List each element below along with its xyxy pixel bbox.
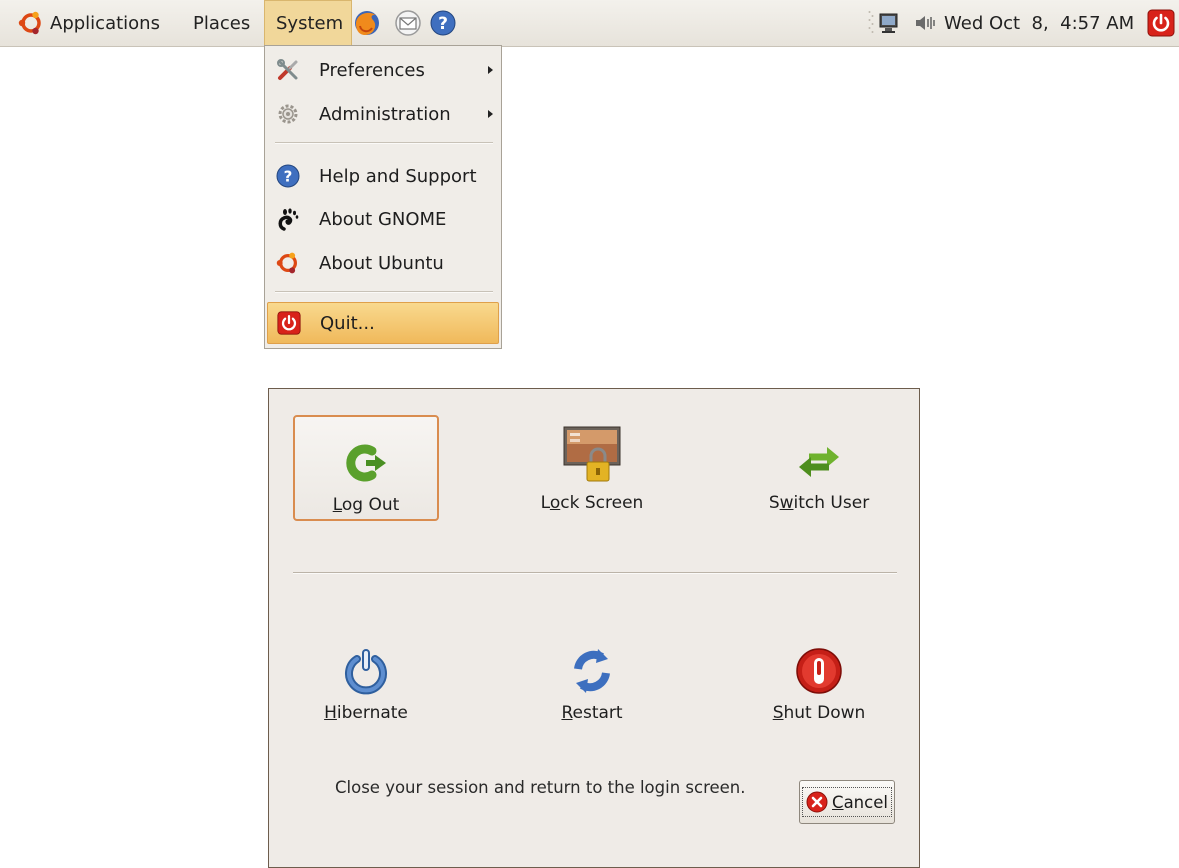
restart-icon (568, 647, 616, 695)
system-menu[interactable]: System (264, 0, 352, 46)
cancel-label: Cancel (832, 792, 888, 812)
menu-separator (275, 291, 493, 293)
cancel-icon (806, 791, 828, 813)
menu-item-label: Quit... (320, 312, 375, 334)
hibernate-button[interactable]: Hibernate (293, 625, 439, 731)
restart-button[interactable]: Restart (519, 625, 665, 731)
menu-item-about-gnome[interactable]: About GNOME (267, 199, 499, 239)
menu-item-label: About GNOME (319, 208, 447, 230)
svg-text:?: ? (438, 14, 448, 34)
system-dropdown-menu: Preferences Administration ? Help and Su… (264, 45, 502, 349)
switch-user-label: Switch User (768, 493, 870, 513)
lock-screen-label: Lock Screen (540, 493, 644, 513)
help-launcher[interactable]: ? (429, 0, 457, 46)
lock-screen-button[interactable]: Lock Screen (519, 415, 665, 521)
ubuntu-logo-icon (276, 251, 300, 275)
firefox-launcher[interactable] (352, 0, 382, 46)
applications-menu[interactable]: Applications (18, 0, 160, 46)
gnome-foot-icon (276, 207, 300, 231)
places-menu[interactable]: Places (193, 0, 250, 46)
mail-icon (393, 8, 423, 38)
menu-separator (275, 142, 493, 144)
menu-item-preferences[interactable]: Preferences (267, 50, 499, 90)
network-icon (877, 11, 901, 35)
menu-item-administration[interactable]: Administration (267, 94, 499, 134)
volume-tray[interactable] (914, 0, 936, 46)
panel-handle (868, 0, 874, 46)
shut-down-label: Shut Down (772, 703, 866, 723)
log-out-label: Log Out (332, 495, 400, 515)
applications-label: Applications (50, 12, 160, 34)
administration-icon (276, 102, 300, 126)
menu-item-about-ubuntu[interactable]: About Ubuntu (267, 243, 499, 283)
menu-item-label: Administration (319, 103, 451, 125)
help-icon: ? (429, 9, 457, 37)
svg-text:?: ? (284, 168, 293, 186)
shut-down-button[interactable]: Shut Down (746, 625, 892, 731)
places-label: Places (193, 12, 251, 34)
menu-item-label: Preferences (319, 59, 425, 81)
hibernate-label: Hibernate (324, 703, 408, 723)
restart-label: Restart (561, 703, 623, 723)
dialog-separator (293, 572, 897, 574)
system-label: System (276, 13, 344, 34)
action-description: Close your session and return to the log… (335, 778, 746, 797)
network-tray[interactable] (877, 0, 901, 46)
power-button[interactable] (1147, 0, 1175, 46)
logout-dialog: Log Out Lock Screen Switch User Hibernat… (268, 388, 920, 868)
lock-screen-icon (562, 425, 622, 485)
submenu-arrow-icon (488, 110, 493, 118)
preferences-icon (276, 58, 300, 82)
menu-item-help-and-support[interactable]: ? Help and Support (267, 156, 499, 196)
cancel-button[interactable]: Cancel (799, 780, 895, 824)
top-panel: Applications Places System ? Wed Oct 8, … (0, 0, 1179, 47)
ubuntu-logo-icon (18, 10, 44, 36)
log-out-icon (342, 439, 390, 487)
submenu-arrow-icon (488, 66, 493, 74)
help-icon: ? (276, 164, 300, 188)
volume-icon (914, 12, 936, 34)
power-icon (1147, 9, 1175, 37)
log-out-button[interactable]: Log Out (293, 415, 439, 521)
shut-down-icon (795, 647, 843, 695)
hibernate-icon (342, 647, 390, 695)
mail-launcher[interactable] (393, 0, 423, 46)
menu-item-quit[interactable]: Quit... (267, 302, 499, 344)
quit-icon (277, 311, 301, 335)
firefox-icon (352, 8, 382, 38)
clock[interactable]: Wed Oct 8, 4:57 AM (944, 0, 1134, 46)
switch-user-button[interactable]: Switch User (746, 415, 892, 521)
menu-item-label: Help and Support (319, 165, 477, 187)
menu-item-label: About Ubuntu (319, 252, 444, 274)
clock-label: Wed Oct 8, 4:57 AM (944, 12, 1135, 34)
switch-user-icon (795, 437, 843, 485)
